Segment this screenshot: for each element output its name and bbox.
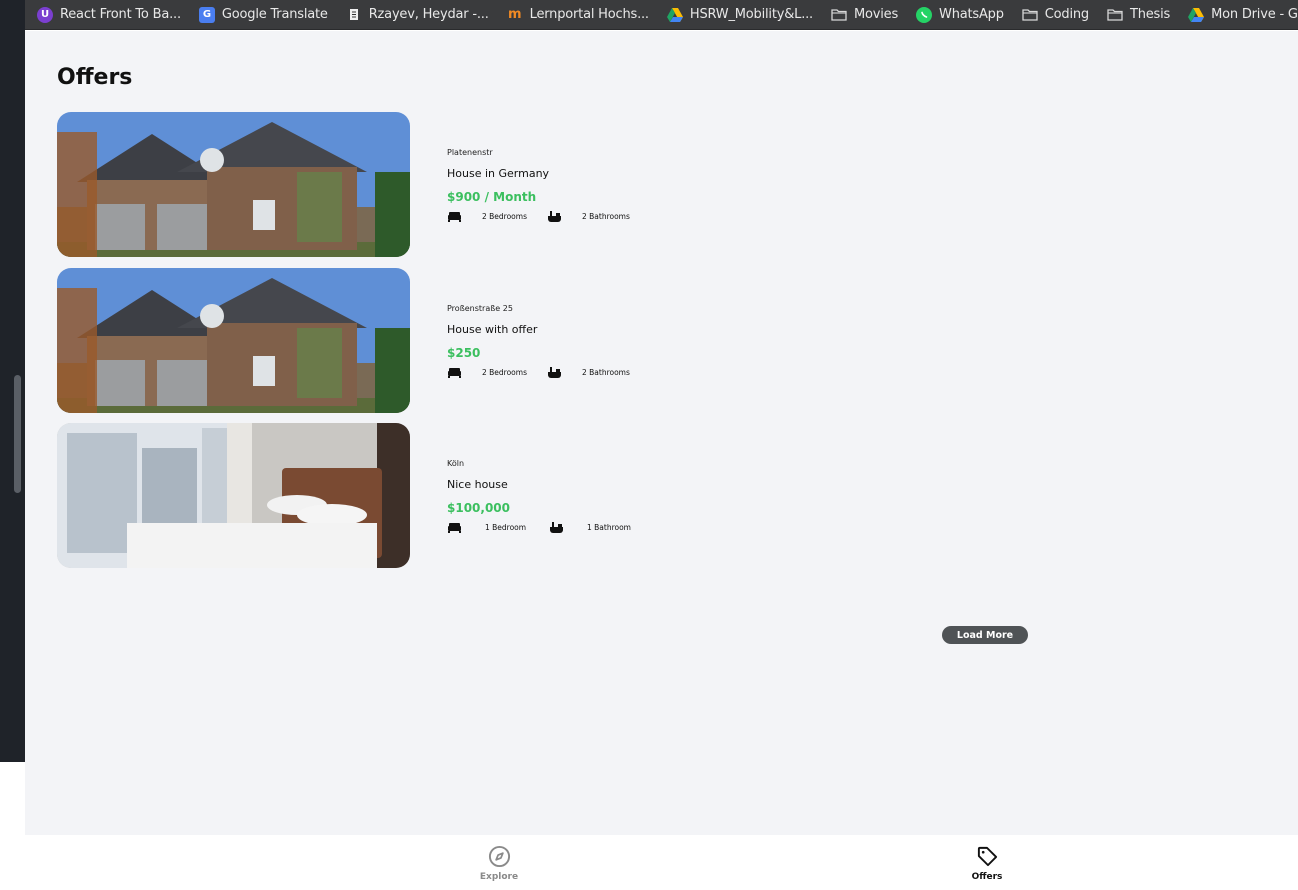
bathtub-icon [548, 367, 561, 378]
bookmark-label: Movies [854, 7, 899, 22]
folder-icon [831, 7, 847, 23]
bathtub-icon [548, 211, 561, 222]
bed-icon [448, 523, 461, 533]
offer-card[interactable]: Proßenstraße 25 House with offer $250 2 … [57, 268, 677, 413]
editor-side-panel [0, 0, 25, 762]
folder-icon [1107, 7, 1123, 23]
offer-street: Proßenstraße 25 [447, 304, 513, 313]
house-exterior-photo[interactable] [57, 112, 410, 257]
bookmark-label: Lernportal Hochs... [529, 7, 649, 22]
bookmark-google-translate[interactable]: G Google Translate [198, 6, 328, 23]
bookmark-mon-drive[interactable]: Mon Drive - Googl... [1188, 7, 1298, 23]
moodle-icon: m [507, 7, 522, 22]
bookmark-label: Coding [1044, 7, 1089, 22]
offer-name[interactable]: House in Germany [447, 167, 549, 180]
offer-price: $900 / Month [447, 190, 537, 204]
bookmark-movies[interactable]: Movies [831, 7, 898, 23]
bookmark-label: Google Translate [221, 7, 328, 22]
offer-features: 2 Bedrooms 2 Bathrooms [447, 366, 647, 380]
whatsapp-icon [916, 6, 933, 23]
nav-explore-label: Explore [479, 872, 519, 882]
nav-explore[interactable]: Explore [459, 845, 539, 885]
offer-features: 2 Bedrooms 2 Bathrooms [447, 210, 647, 224]
offer-bedrooms: 1 Bedroom [485, 523, 527, 532]
offer-name[interactable]: House with offer [447, 323, 537, 336]
bookmark-react-course[interactable]: U React Front To Ba... [37, 6, 181, 23]
google-translate-icon: G [198, 6, 215, 23]
bookmark-label: HSRW_Mobility&L... [689, 7, 813, 22]
bookmark-hsrw-mobility[interactable]: HSRW_Mobility&L... [666, 7, 813, 23]
nav-offers-label: Offers [971, 872, 1003, 882]
bookmark-label: WhatsApp [939, 7, 1004, 22]
page-title: Offers [57, 65, 133, 90]
offer-street: Köln [447, 459, 465, 468]
folder-icon [1022, 7, 1038, 23]
bookmark-rzayev[interactable]: Rzayev, Heydar -... [346, 7, 489, 23]
bathtub-icon [550, 522, 563, 533]
document-icon [346, 7, 362, 23]
offer-price: $250 [447, 346, 481, 360]
google-drive-icon [1188, 7, 1205, 23]
side-panel-scrollbar[interactable] [14, 375, 21, 493]
offer-bedrooms: 2 Bedrooms [482, 212, 527, 221]
bookmark-coding[interactable]: Coding [1022, 7, 1089, 23]
bookmark-label: Thesis [1129, 7, 1171, 22]
offers-page: Offers Platenenstr House in Germany $900… [25, 31, 1298, 835]
offer-info: Platenenstr House in Germany $900 / Mont… [447, 112, 707, 257]
bookmarks-bar: U React Front To Ba... G Google Translat… [25, 0, 1298, 30]
bedroom-interior-photo[interactable] [57, 423, 410, 568]
react-course-icon: U [37, 6, 53, 23]
offer-info: Proßenstraße 25 House with offer $250 2 … [447, 268, 707, 413]
load-more-button[interactable]: Load More [942, 626, 1028, 644]
google-drive-icon [666, 7, 683, 23]
offer-info: Köln Nice house $100,000 1 Bedroom 1 Bat… [447, 423, 707, 568]
bottom-nav: Explore Offers [25, 835, 1298, 890]
bed-icon [448, 212, 461, 222]
offer-bathrooms: 1 Bathroom [587, 523, 631, 532]
offer-bathrooms: 2 Bathrooms [582, 368, 630, 377]
bookmark-whatsapp[interactable]: WhatsApp [916, 6, 1004, 23]
tag-icon [977, 846, 997, 867]
bookmark-label: Mon Drive - Googl... [1211, 7, 1298, 22]
nav-offers[interactable]: Offers [947, 845, 1027, 885]
house-exterior-photo[interactable] [57, 268, 410, 413]
bookmark-thesis[interactable]: Thesis [1107, 7, 1170, 23]
offer-bathrooms: 2 Bathrooms [582, 212, 630, 221]
bookmark-lernportal[interactable]: m Lernportal Hochs... [507, 7, 649, 23]
offer-card[interactable]: Platenenstr House in Germany $900 / Mont… [57, 112, 677, 257]
offer-street: Platenenstr [447, 148, 493, 157]
bookmark-label: Rzayev, Heydar -... [368, 7, 489, 22]
bed-icon [448, 368, 461, 378]
offer-features: 1 Bedroom 1 Bathroom [447, 521, 647, 535]
offer-card[interactable]: Köln Nice house $100,000 1 Bedroom 1 Bat… [57, 423, 677, 568]
compass-icon [488, 845, 510, 868]
offer-price: $100,000 [447, 501, 511, 515]
offer-name[interactable]: Nice house [447, 478, 508, 491]
offer-bedrooms: 2 Bedrooms [482, 368, 527, 377]
bookmark-label: React Front To Ba... [60, 7, 181, 22]
